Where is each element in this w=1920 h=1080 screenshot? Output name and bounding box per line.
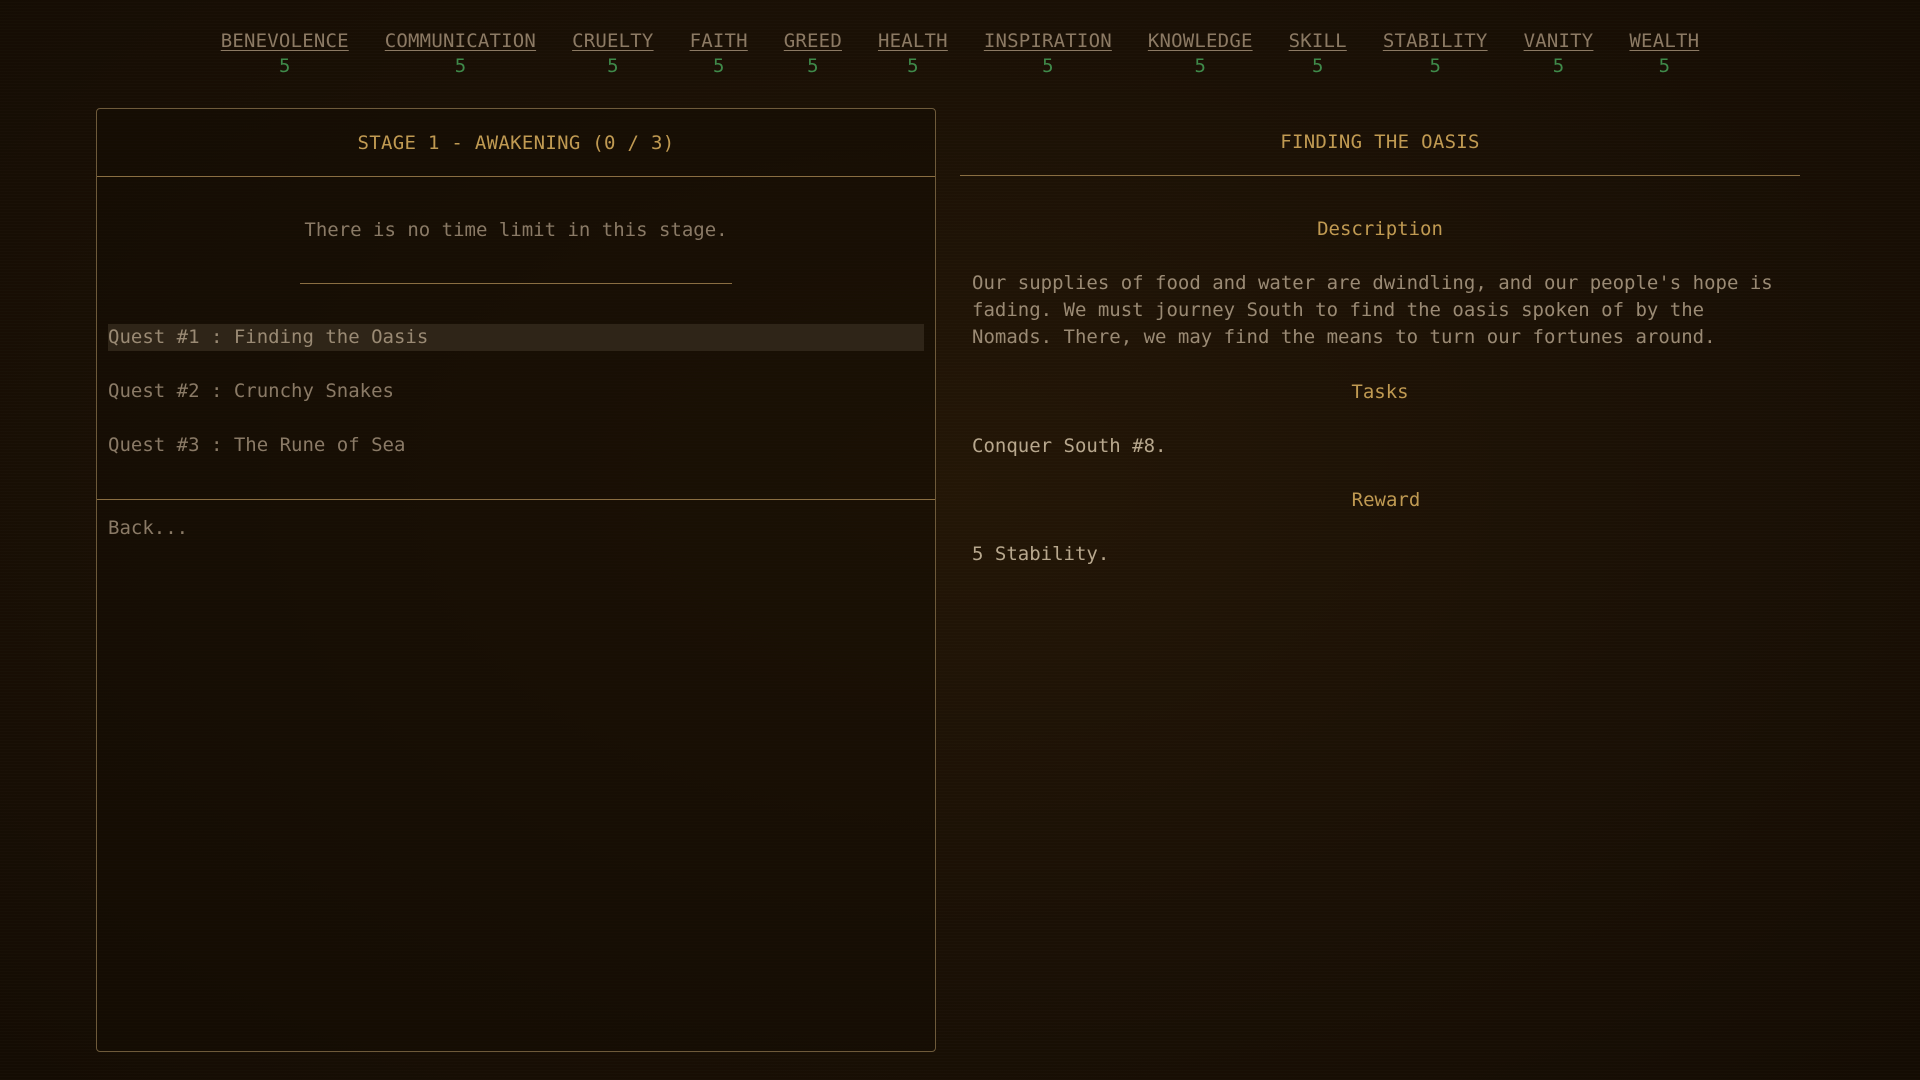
- attribute-value: 5: [1311, 55, 1324, 77]
- attribute-benevolence[interactable]: BENEVOLENCE 5: [221, 28, 349, 78]
- attribute-knowledge[interactable]: KNOWLEDGE 5: [1148, 28, 1253, 78]
- attribute-name[interactable]: COMMUNICATION: [385, 28, 536, 54]
- attribute-value: 5: [1552, 55, 1565, 77]
- attribute-value: 5: [807, 55, 819, 77]
- attribute-greed[interactable]: GREED 5: [784, 28, 842, 78]
- attribute-value: 5: [279, 55, 291, 77]
- attribute-name[interactable]: INSPIRATION: [984, 28, 1112, 54]
- tasks-text: Conquer South #8.: [972, 435, 1167, 457]
- quest-item-3[interactable]: Quest #3 : The Rune of Sea: [108, 432, 924, 459]
- attribute-communication[interactable]: COMMUNICATION 5: [385, 28, 536, 78]
- description-heading: Description: [1317, 218, 1443, 240]
- attribute-name[interactable]: WEALTH: [1629, 28, 1699, 54]
- attribute-name[interactable]: SKILL: [1289, 28, 1347, 54]
- quest-item-1[interactable]: Quest #1 : Finding the Oasis: [108, 324, 924, 351]
- attribute-value: 5: [1658, 55, 1671, 77]
- tasks-heading: Tasks: [1351, 381, 1409, 403]
- attribute-name[interactable]: STABILITY: [1383, 28, 1488, 54]
- stage-panel: STAGE 1 - AWAKENING (0 / 3) There is no …: [96, 108, 936, 1052]
- attribute-stability[interactable]: STABILITY 5: [1383, 28, 1488, 78]
- attribute-name[interactable]: HEALTH: [878, 28, 948, 54]
- stage-title: STAGE 1 - AWAKENING (0 / 3): [97, 109, 935, 177]
- attribute-skill[interactable]: SKILL 5: [1289, 28, 1347, 78]
- attribute-name[interactable]: FAITH: [690, 28, 748, 54]
- attribute-faith[interactable]: FAITH 5: [690, 28, 748, 78]
- attribute-health[interactable]: HEALTH 5: [878, 28, 948, 78]
- attribute-name[interactable]: CRUELTY: [572, 28, 653, 54]
- divider: [300, 283, 732, 284]
- attribute-value: 5: [607, 55, 619, 77]
- quest-item-2[interactable]: Quest #2 : Crunchy Snakes: [108, 378, 924, 405]
- quest-list: Quest #1 : Finding the Oasis Quest #2 : …: [97, 324, 935, 459]
- attribute-inspiration[interactable]: INSPIRATION 5: [984, 28, 1112, 78]
- divider: [97, 499, 935, 500]
- time-limit-note: There is no time limit in this stage.: [304, 219, 728, 241]
- attribute-value: 5: [1194, 55, 1206, 77]
- attribute-name[interactable]: VANITY: [1524, 28, 1594, 54]
- back-button[interactable]: Back...: [108, 515, 188, 541]
- attribute-value: 5: [907, 55, 919, 77]
- quest-title: FINDING THE OASIS: [960, 108, 1800, 176]
- attribute-value: 5: [1042, 55, 1054, 77]
- description-text: Our supplies of food and water are dwind…: [972, 272, 1773, 348]
- attribute-name[interactable]: KNOWLEDGE: [1148, 28, 1253, 54]
- quest-detail-panel: FINDING THE OASIS Description Our suppli…: [960, 108, 1800, 567]
- attribute-cruelty[interactable]: CRUELTY 5: [572, 28, 653, 78]
- attribute-wealth[interactable]: WEALTH 5: [1629, 28, 1699, 78]
- reward-heading: Reward: [1351, 489, 1421, 511]
- reward-text: 5 Stability.: [972, 543, 1110, 565]
- attribute-value: 5: [454, 55, 467, 77]
- attribute-name[interactable]: GREED: [784, 28, 842, 54]
- attribute-name[interactable]: BENEVOLENCE: [221, 28, 349, 54]
- attribute-value: 5: [1429, 55, 1441, 77]
- attribute-bar: BENEVOLENCE 5 COMMUNICATION 5 CRUELTY 5 …: [0, 28, 1920, 78]
- attribute-value: 5: [712, 55, 725, 77]
- attribute-vanity[interactable]: VANITY 5: [1524, 28, 1594, 78]
